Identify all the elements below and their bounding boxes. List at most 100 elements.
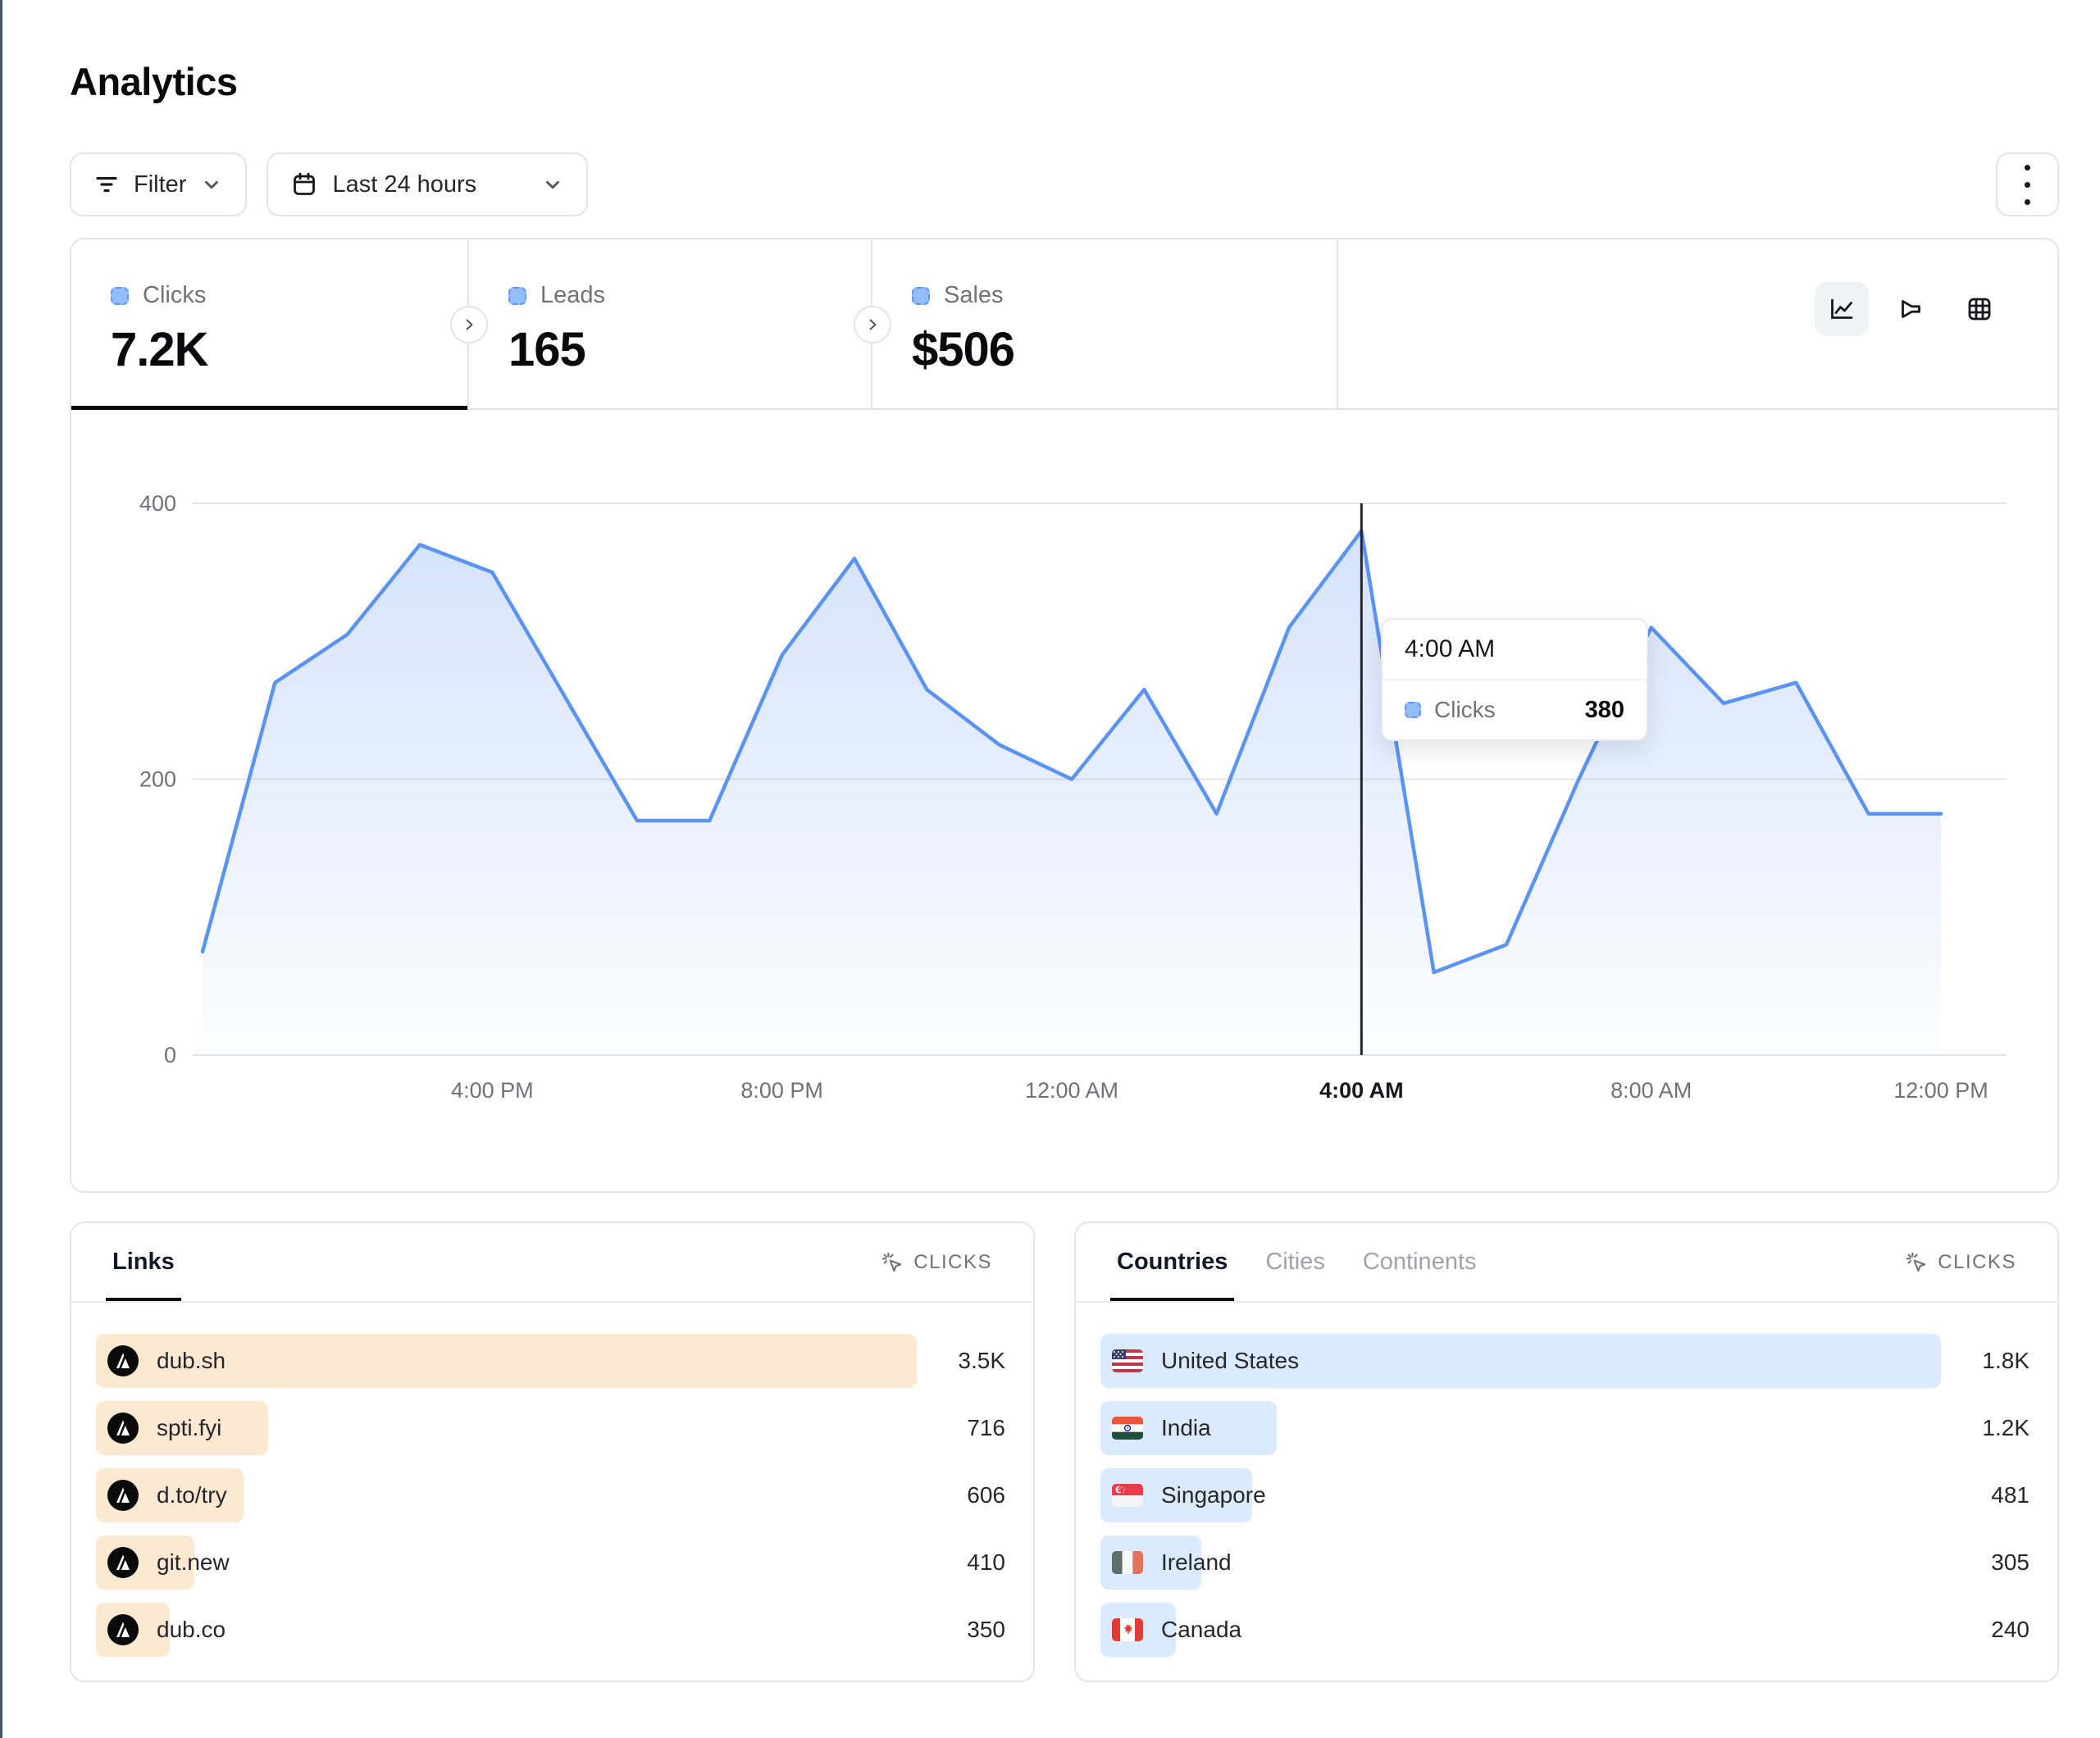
country-row[interactable]: United States 1.8K <box>1100 1334 2031 1388</box>
dub-logo-icon <box>107 1413 139 1444</box>
x-tick-label: 8:00 AM <box>1610 1078 1692 1103</box>
tooltip-series-label: Clicks <box>1434 697 1496 723</box>
country-row[interactable]: Canada 240 <box>1100 1603 2031 1657</box>
funnel-icon <box>1897 295 1925 323</box>
dub-logo-icon <box>107 1547 139 1578</box>
ireland-flag-icon <box>1112 1551 1143 1574</box>
page-title: Analytics <box>70 59 237 104</box>
country-row[interactable]: India 1.2K <box>1100 1401 2031 1455</box>
tab-sales-value: $506 <box>912 322 1337 377</box>
funnel-view-button[interactable] <box>1884 282 1938 336</box>
tab-cities[interactable]: Cities <box>1265 1249 1325 1276</box>
tab-continents-label: Continents <box>1363 1249 1477 1275</box>
tab-links[interactable]: Links <box>112 1249 175 1276</box>
leads-legend-swatch <box>508 287 526 305</box>
link-clicks-value: 716 <box>967 1401 1005 1455</box>
geo-metric-selector[interactable]: CLICKS <box>1905 1251 2016 1274</box>
window-edge <box>0 0 2 1738</box>
countries-list: United States 1.8K India 1.2K Singapore … <box>1076 1303 2057 1657</box>
country-clicks-value: 1.2K <box>1982 1401 2029 1455</box>
singapore-flag-icon <box>1112 1484 1143 1507</box>
link-name: d.to/try <box>157 1482 227 1508</box>
tooltip-legend-swatch <box>1405 702 1421 718</box>
link-name: spti.fyi <box>157 1415 221 1441</box>
toolbar: Filter Last 24 hours <box>70 152 588 216</box>
x-tick-label: 4:00 AM <box>1319 1078 1404 1103</box>
expand-leads-button[interactable] <box>854 306 891 344</box>
india-flag-icon <box>1112 1417 1143 1440</box>
link-clicks-value: 350 <box>967 1603 1005 1657</box>
table-view-button[interactable] <box>1952 282 2007 336</box>
calendar-icon <box>291 171 317 198</box>
y-tick-label: 200 <box>139 767 176 792</box>
country-name: Canada <box>1161 1617 1241 1643</box>
cursor-click-icon <box>881 1251 904 1274</box>
x-tick-label: 12:00 AM <box>1025 1078 1118 1103</box>
link-row[interactable]: dub.sh 3.5K <box>96 1334 1007 1388</box>
tab-leads-label: Leads <box>540 282 605 309</box>
dub-logo-icon <box>107 1614 139 1645</box>
line-chart-view-button[interactable] <box>1815 282 1869 336</box>
country-name: United States <box>1161 1348 1299 1374</box>
chart-tooltip: 4:00 AM Clicks 380 <box>1381 618 1648 741</box>
chart-area <box>203 531 1941 1055</box>
links-metric-selector[interactable]: CLICKS <box>881 1251 992 1274</box>
x-tick-label: 8:00 PM <box>740 1078 823 1103</box>
tab-continents[interactable]: Continents <box>1363 1249 1477 1276</box>
expand-clicks-button[interactable] <box>450 306 488 344</box>
country-name: Ireland <box>1161 1549 1232 1576</box>
more-options-button[interactable] <box>1996 152 2059 216</box>
line-chart-icon <box>1828 295 1856 323</box>
tab-leads-value: 165 <box>508 322 871 377</box>
x-tick-label: 12:00 PM <box>1893 1078 1988 1103</box>
analytics-card: Clicks 7.2K Leads 165 Sales $506 <box>70 238 2059 1193</box>
clicks-time-series-chart[interactable]: 02004004:00 PM8:00 PM12:00 AM4:00 AM8:00… <box>71 410 2057 1191</box>
date-range-button[interactable]: Last 24 hours <box>266 152 588 216</box>
country-clicks-value: 240 <box>1991 1603 2029 1657</box>
filter-button-label: Filter <box>134 171 186 198</box>
geo-panel: Countries Cities Continents CLICKS Unite… <box>1074 1222 2059 1682</box>
kebab-menu-icon <box>2025 165 2030 205</box>
geo-metric-label: CLICKS <box>1938 1251 2016 1274</box>
country-row[interactable]: Ireland 305 <box>1100 1536 2031 1590</box>
country-name: India <box>1161 1415 1211 1441</box>
country-name: Singapore <box>1161 1482 1266 1508</box>
filter-button[interactable]: Filter <box>70 152 247 216</box>
link-name: dub.sh <box>157 1348 225 1374</box>
tab-links-label: Links <box>112 1249 175 1275</box>
dub-logo-icon <box>107 1480 139 1511</box>
tab-cities-label: Cities <box>1265 1249 1325 1275</box>
chevron-right-icon <box>864 316 881 333</box>
link-row[interactable]: dub.co 350 <box>96 1603 1007 1657</box>
y-tick-label: 400 <box>139 491 176 516</box>
link-clicks-value: 410 <box>967 1536 1005 1590</box>
links-metric-label: CLICKS <box>913 1251 992 1274</box>
us-flag-icon <box>1112 1349 1143 1372</box>
link-name: git.new <box>157 1549 230 1576</box>
clicks-legend-swatch <box>111 287 129 305</box>
date-range-label: Last 24 hours <box>332 171 476 198</box>
dub-logo-icon <box>107 1345 139 1376</box>
tab-countries[interactable]: Countries <box>1117 1249 1228 1276</box>
tab-leads[interactable]: Leads 165 <box>469 239 872 408</box>
y-tick-label: 0 <box>164 1043 176 1067</box>
tab-sales[interactable]: Sales $506 <box>872 239 1338 408</box>
link-row[interactable]: d.to/try 606 <box>96 1468 1007 1522</box>
country-clicks-value: 481 <box>1991 1468 2029 1522</box>
tab-clicks[interactable]: Clicks 7.2K <box>71 239 469 408</box>
country-clicks-value: 1.8K <box>1982 1334 2029 1388</box>
sales-legend-swatch <box>912 287 930 305</box>
cursor-click-icon <box>1905 1251 1928 1274</box>
chevron-down-icon <box>201 174 222 195</box>
link-row[interactable]: git.new 410 <box>96 1536 1007 1590</box>
chart-canvas[interactable]: 02004004:00 PM8:00 PM12:00 AM4:00 AM8:00… <box>71 410 2057 1191</box>
chart-view-toggles <box>1815 282 2007 336</box>
country-row[interactable]: Singapore 481 <box>1100 1468 2031 1522</box>
filter-icon <box>94 172 119 197</box>
tab-clicks-label: Clicks <box>143 282 206 309</box>
links-list: dub.sh 3.5K spti.fyi 716 d.to/try 606 <box>71 1303 1033 1657</box>
link-clicks-value: 606 <box>967 1468 1005 1522</box>
country-clicks-value: 305 <box>1991 1536 2029 1590</box>
tooltip-time: 4:00 AM <box>1383 620 1647 680</box>
link-row[interactable]: spti.fyi 716 <box>96 1401 1007 1455</box>
